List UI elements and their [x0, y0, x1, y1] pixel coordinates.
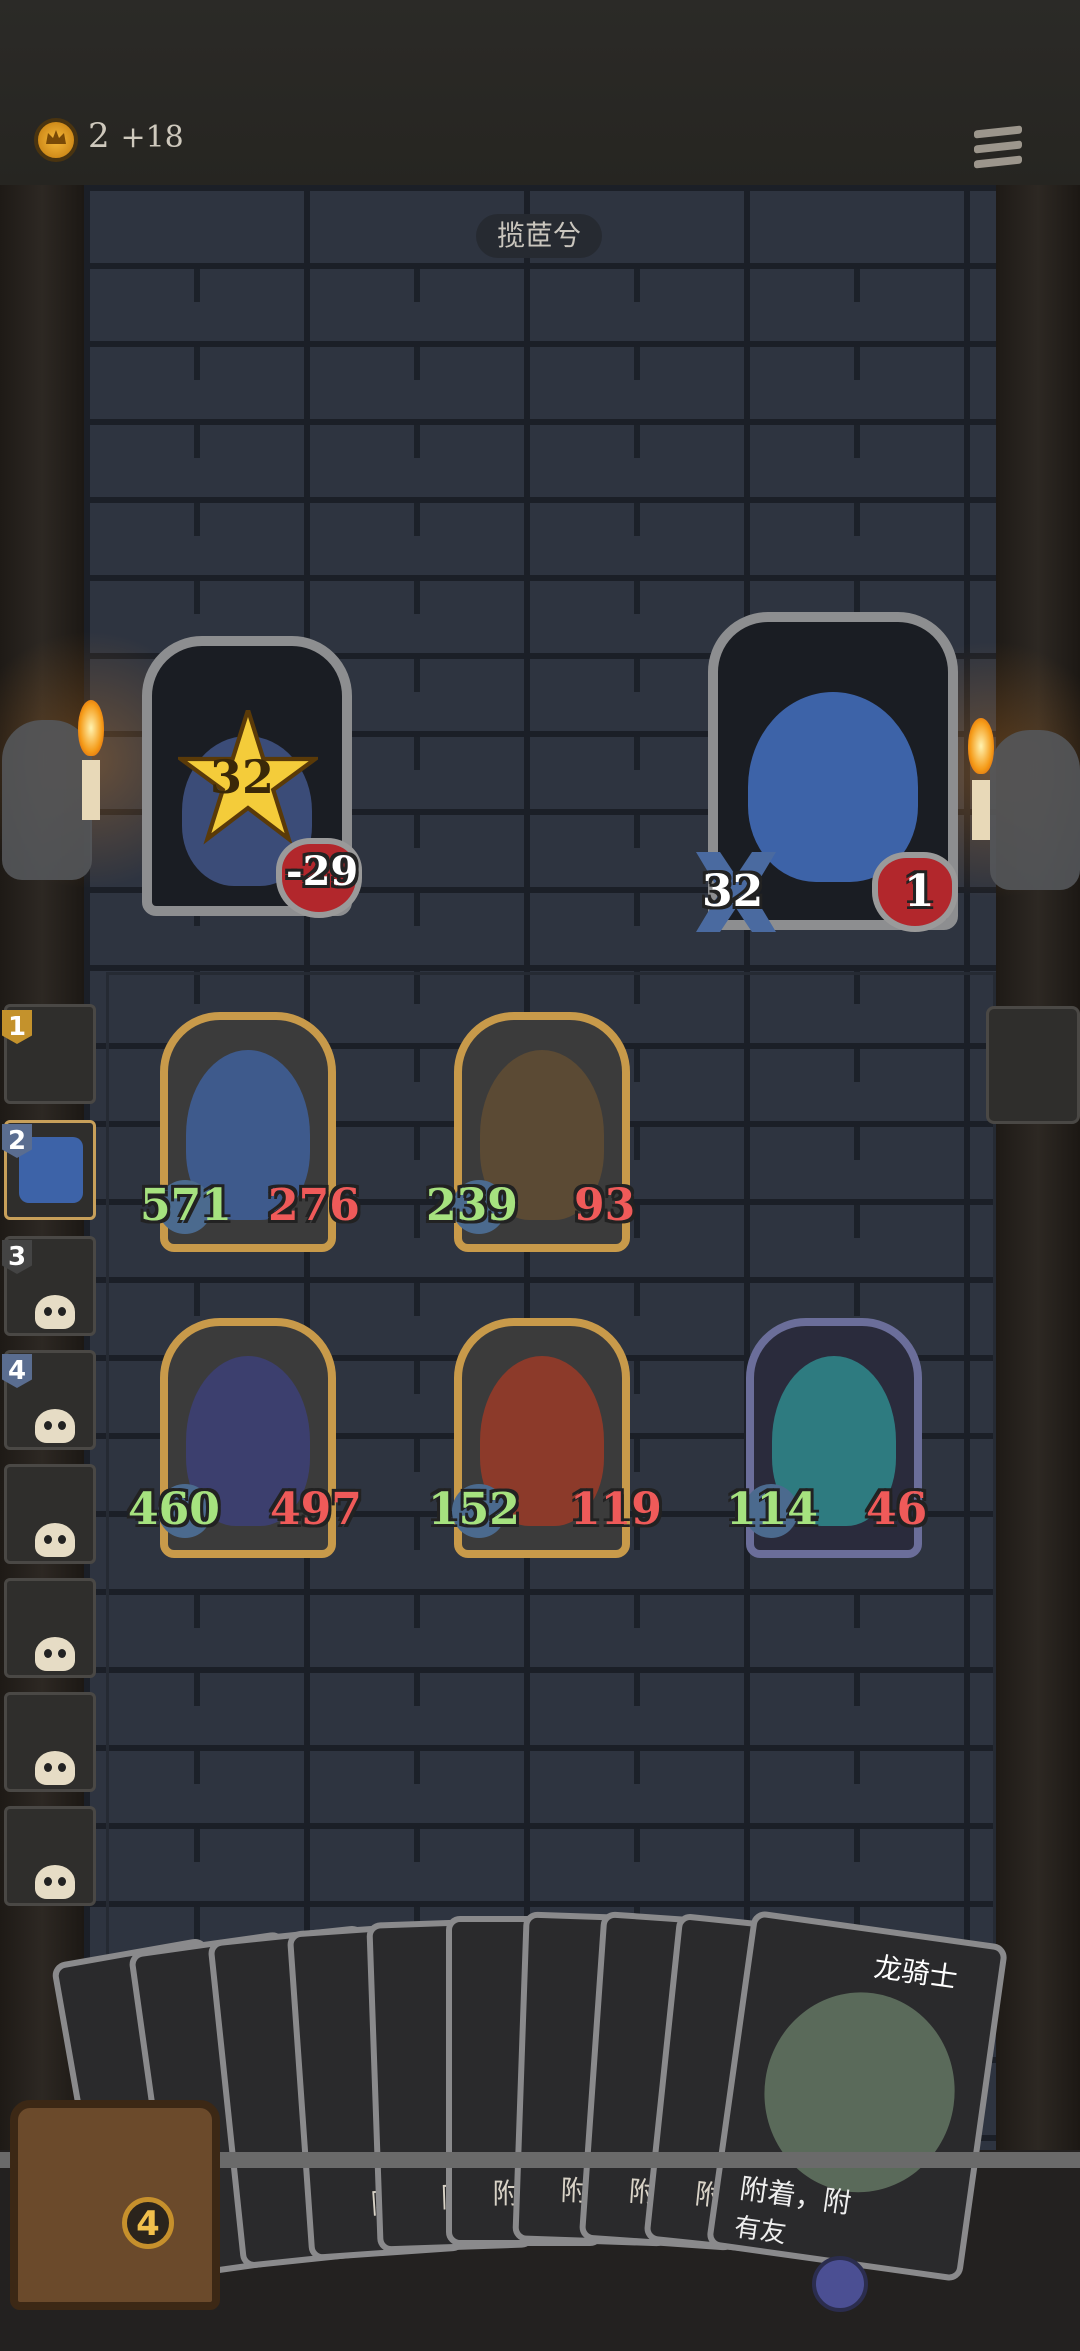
menu-icon[interactable] [974, 125, 1026, 172]
enemy-left-attack: 32 [210, 750, 275, 804]
gold-amount: 2 [88, 116, 110, 156]
ally-wizard-attack: 571 [140, 1180, 232, 1231]
ally-imp-hp: 119 [570, 1484, 662, 1535]
skull-icon [35, 1865, 75, 1899]
queue-slot-7[interactable] [4, 1692, 96, 1792]
ally-imp-attack: 152 [428, 1484, 520, 1535]
crown-icon [46, 130, 66, 144]
gold-income: +18 [120, 120, 184, 155]
right-pillar [996, 185, 1080, 2351]
enemy-right-attack: 32 [702, 866, 764, 917]
flame-right-icon [968, 718, 994, 774]
gold-display: 2 +18 [88, 116, 184, 156]
queue-slot-5[interactable] [4, 1464, 96, 1564]
queue-slot-8[interactable] [4, 1806, 96, 1906]
skull-icon [35, 1637, 75, 1671]
card-text-line2: 有友 [732, 2212, 789, 2250]
skull-icon [35, 1523, 75, 1557]
ally-knight-hp: 497 [270, 1484, 362, 1535]
queue-slot-6[interactable] [4, 1578, 96, 1678]
ally-ghost-attack: 114 [726, 1484, 818, 1535]
ally-goblin-attack: 239 [426, 1180, 518, 1231]
deck-count: 4 [122, 2197, 174, 2249]
skull-icon [35, 1295, 75, 1329]
sconce-left-icon [2, 720, 92, 880]
ally-goblin-hp: 93 [574, 1180, 636, 1231]
ally-wizard-hp: 276 [268, 1180, 360, 1231]
flame-left-icon [78, 700, 104, 756]
ally-ghost-hp: 46 [866, 1484, 928, 1535]
deck-chest-icon[interactable] [10, 2100, 220, 2310]
top-bar [0, 0, 1080, 189]
location-label: 揽茝兮 [476, 214, 602, 258]
enemy-right-hp: 1 [904, 866, 935, 917]
enemy-left-hp: -29 [286, 848, 359, 895]
card-title: 龙骑士 [871, 1950, 960, 1995]
candle-right [972, 780, 990, 840]
ally-knight-attack: 460 [128, 1484, 220, 1535]
sconce-right-icon [990, 730, 1080, 890]
candle-left [82, 760, 100, 820]
skull-icon [35, 1751, 75, 1785]
shield-icon[interactable] [812, 2256, 868, 2312]
dragon-knight-art-icon [751, 1980, 968, 2205]
hand-card-featured[interactable]: 龙骑士 附着，附 有友 [705, 1909, 1009, 2283]
skull-icon [35, 1409, 75, 1443]
right-side-slot [986, 1006, 1080, 1124]
